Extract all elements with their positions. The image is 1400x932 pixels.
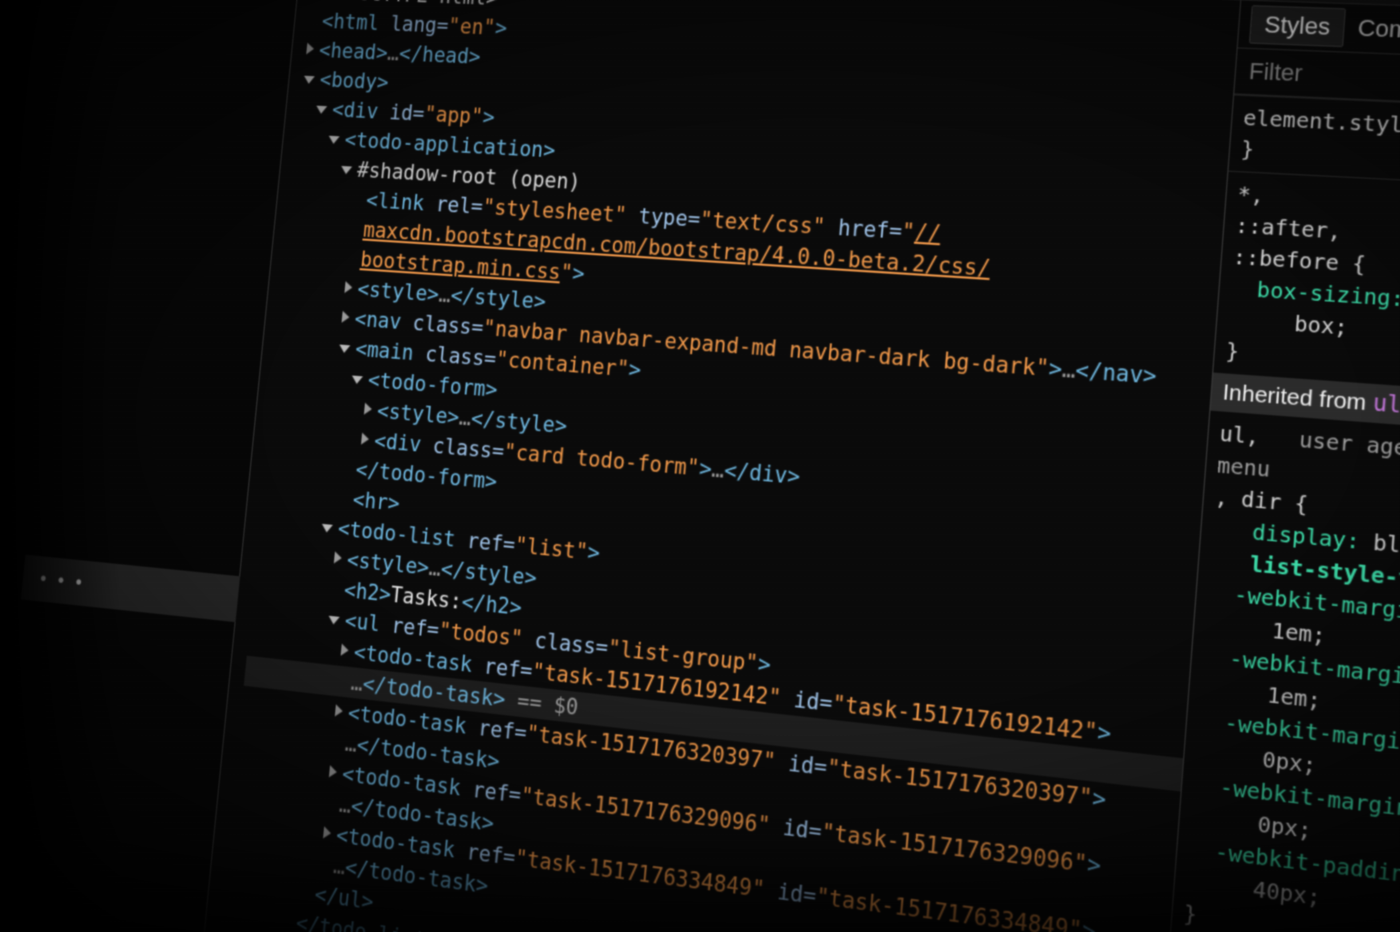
expand-triangle-icon[interactable] xyxy=(334,704,344,718)
webkit-margin-end-value: 0px; xyxy=(1256,810,1313,844)
ua-stylesheet-note: user agent sty xyxy=(1298,426,1400,464)
ua-ul-rule[interactable]: ul, user agent sty menu , dir { display:… xyxy=(1171,411,1400,932)
expand-triangle-icon[interactable] xyxy=(360,432,370,446)
ua-selector-line1: ul, xyxy=(1218,420,1261,450)
expand-triangle-icon[interactable] xyxy=(340,643,350,657)
inherited-ul-tag[interactable]: ul xyxy=(1372,389,1400,418)
perspective-stage: ElementsConsoleSourcesApplicationNetwork… xyxy=(0,0,1400,932)
reboot-rule[interactable]: _reboo*, ::after, ::before { box-sizing:… xyxy=(1213,170,1400,397)
ua-selector-line2: menu xyxy=(1216,451,1272,483)
screenshot-root: ElementsConsoleSourcesApplicationNetwork… xyxy=(0,0,1400,932)
collapse-triangle-icon[interactable] xyxy=(351,375,363,385)
webkit-padding-start-value: 40px; xyxy=(1251,875,1322,911)
inherited-from-label-1: Inherited from xyxy=(1221,379,1368,416)
styles-filter-input[interactable]: Filter xyxy=(1248,58,1303,88)
reboot-selector: *, ::after, ::before { xyxy=(1231,180,1367,278)
ua-selector-line3: , dir { xyxy=(1213,483,1309,518)
webkit-margin-before-value: 1em; xyxy=(1270,616,1327,649)
box-sizing-prop[interactable]: box-sizing: xyxy=(1256,276,1400,311)
devtools-body: • • • <!DOCTYPE html><html lang="en"><he… xyxy=(0,0,1400,932)
styles-tab-styles[interactable]: Styles xyxy=(1248,5,1346,48)
expand-triangle-icon[interactable] xyxy=(322,826,332,840)
expand-triangle-icon[interactable] xyxy=(363,402,373,416)
box-sizing-value-cont: box; xyxy=(1293,310,1349,341)
expand-triangle-icon[interactable] xyxy=(333,551,343,565)
collapse-triangle-icon[interactable] xyxy=(338,344,351,354)
collapse-triangle-icon[interactable] xyxy=(303,75,315,85)
dom-tree-pane[interactable]: <!DOCTYPE html><html lang="en"><head>…</… xyxy=(200,0,1241,932)
element-style-selector: element.style { xyxy=(1242,104,1400,139)
display-value[interactable]: block; xyxy=(1372,529,1400,563)
ua-rule-close: } xyxy=(1182,899,1198,929)
expand-triangle-icon[interactable] xyxy=(344,281,353,294)
collapse-triangle-icon[interactable] xyxy=(340,165,353,175)
webkit-margin-after-value: 1em; xyxy=(1266,681,1322,714)
collapse-triangle-icon[interactable] xyxy=(315,105,328,115)
collapse-triangle-icon[interactable] xyxy=(328,135,340,145)
expand-triangle-icon[interactable] xyxy=(328,765,338,779)
display-prop[interactable]: display: xyxy=(1251,518,1360,554)
webkit-margin-start-value: 0px; xyxy=(1261,745,1318,779)
expand-triangle-icon[interactable] xyxy=(306,42,315,55)
collapse-triangle-icon[interactable] xyxy=(327,615,340,625)
expand-triangle-icon[interactable] xyxy=(341,310,350,324)
devtools-window: ElementsConsoleSourcesApplicationNetwork… xyxy=(0,0,1400,932)
element-style-close: } xyxy=(1240,135,1256,163)
reboot-close: } xyxy=(1224,337,1241,365)
styles-tab-computed[interactable]: Computed xyxy=(1343,9,1400,51)
collapse-triangle-icon[interactable] xyxy=(321,523,333,533)
